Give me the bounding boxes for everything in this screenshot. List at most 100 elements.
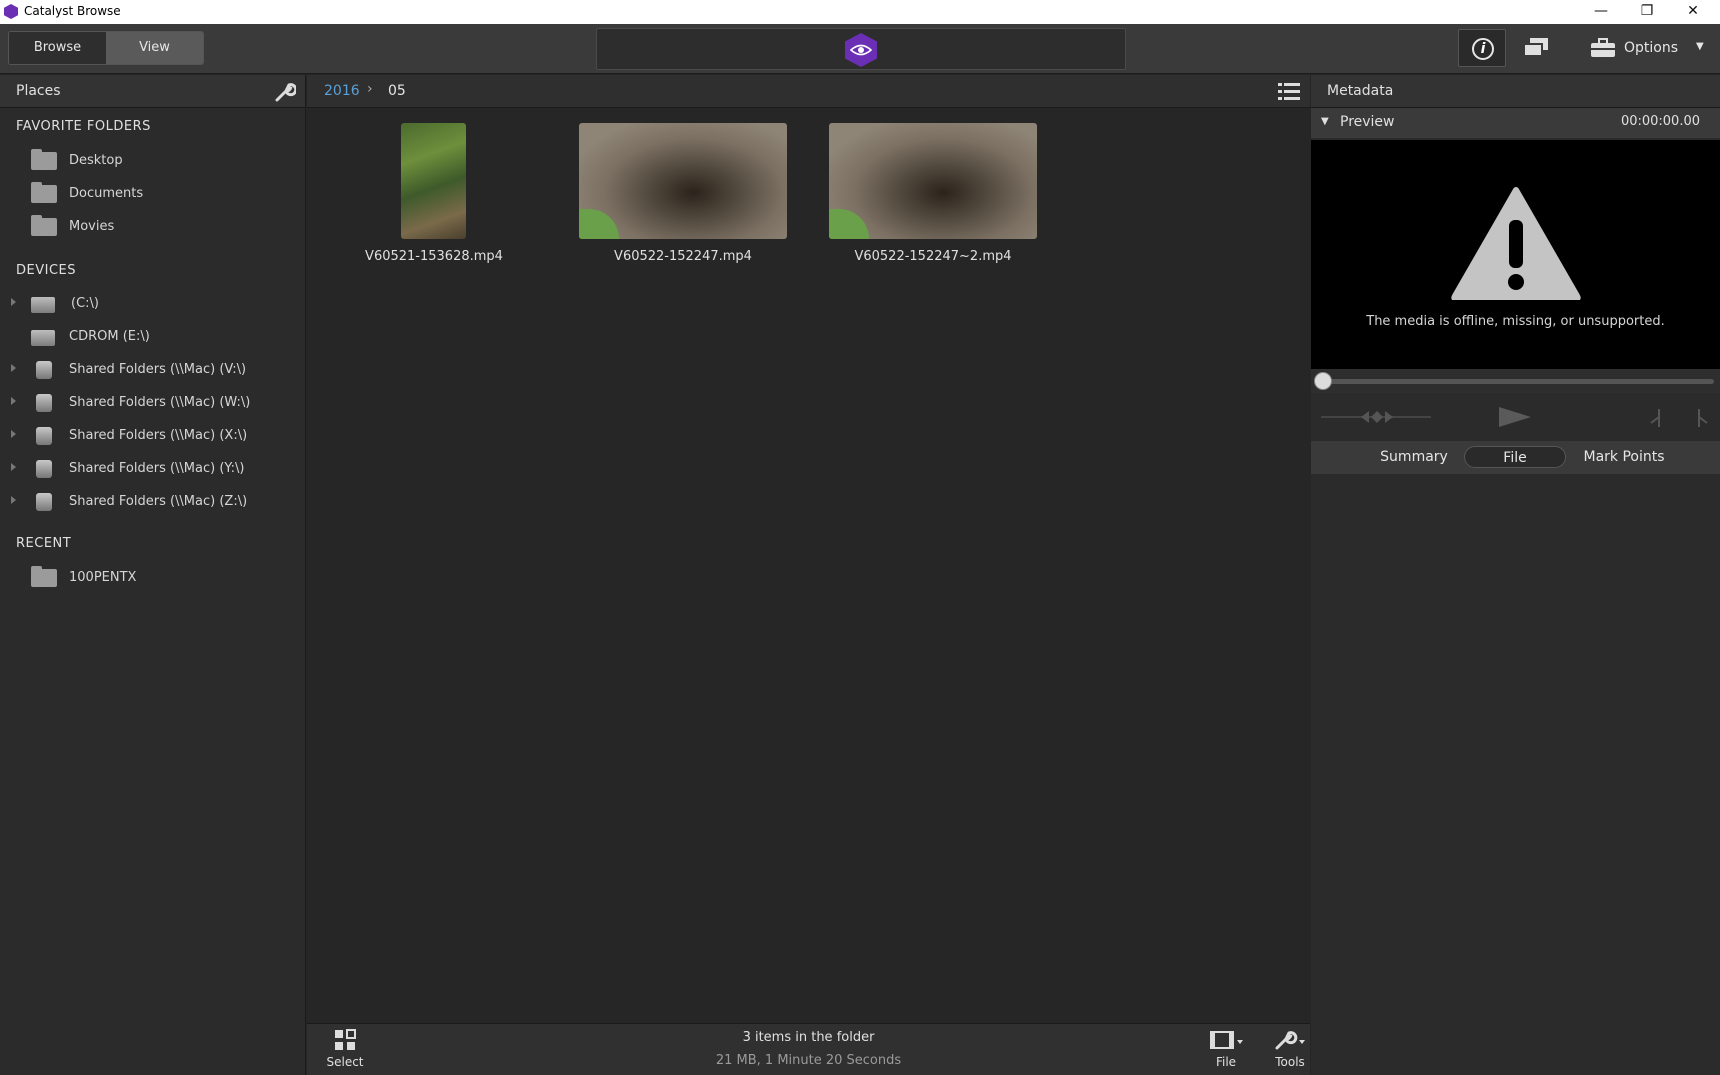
- jog-shuttle-icon[interactable]: [1321, 409, 1431, 425]
- windows-icon: [1523, 38, 1548, 57]
- windows-button[interactable]: [1519, 29, 1553, 67]
- tools-label: Tools: [1275, 1055, 1305, 1069]
- device-shared-w[interactable]: Shared Folders (\\Mac) (W:\): [0, 388, 305, 418]
- view-button[interactable]: View: [106, 32, 203, 64]
- favorite-label: Documents: [69, 186, 144, 201]
- status-summary: 21 MB, 1 Minute 20 Seconds: [715, 1053, 902, 1068]
- window-title: Catalyst Browse: [24, 4, 121, 18]
- places-panel: Places FAVORITE FOLDERS Desktop Document…: [0, 75, 306, 1075]
- tab-summary[interactable]: Summary: [1361, 446, 1467, 468]
- device-shared-x[interactable]: Shared Folders (\\Mac) (X:\): [0, 421, 305, 451]
- file-thumbnail[interactable]: [401, 123, 466, 239]
- folder-icon: [31, 215, 57, 236]
- chevron-down-icon: ▼: [1696, 41, 1704, 52]
- minimize-button[interactable]: —: [1578, 0, 1624, 24]
- tab-mark-points[interactable]: Mark Points: [1571, 446, 1677, 468]
- device-c[interactable]: (C:\): [0, 289, 305, 319]
- network-drive-icon: [36, 460, 52, 478]
- restore-button[interactable]: ❐: [1624, 0, 1670, 24]
- file-name: V60522-152247~2.mp4: [854, 249, 1012, 264]
- folder-icon: [31, 182, 57, 203]
- device-shared-v[interactable]: Shared Folders (\\Mac) (V:\): [0, 355, 305, 385]
- browse-button[interactable]: Browse: [9, 32, 106, 64]
- device-cdrom[interactable]: CDROM (E:\): [0, 322, 305, 352]
- network-drive-icon: [36, 427, 52, 445]
- metadata-panel: Metadata ▼ Preview 00:00:00.00 The media…: [1311, 75, 1720, 1075]
- offline-message: The media is offline, missing, or unsupp…: [1366, 314, 1665, 329]
- preview-label: Preview: [1340, 114, 1395, 130]
- favorites-header: FAVORITE FOLDERS: [16, 119, 151, 134]
- collapse-triangle-icon[interactable]: ▼: [1321, 116, 1329, 127]
- main-toolbar: Browse View i Options ▼: [0, 24, 1720, 74]
- folder-icon: [31, 149, 57, 170]
- favorite-documents[interactable]: Documents: [0, 179, 305, 209]
- mode-switch: Browse View: [8, 31, 204, 65]
- breadcrumb-current: 05: [388, 83, 406, 99]
- device-label: Shared Folders (\\Mac) (W:\): [69, 395, 251, 410]
- device-label: Shared Folders (\\Mac) (V:\): [69, 362, 247, 377]
- metadata-header: Metadata: [1311, 75, 1720, 108]
- expand-arrow-icon[interactable]: [11, 496, 16, 504]
- wrench-icon[interactable]: [274, 81, 296, 103]
- favorite-label: Movies: [69, 219, 115, 234]
- file-name: V60521-153628.mp4: [365, 249, 503, 264]
- transport-controls: [1311, 393, 1720, 441]
- expand-arrow-icon[interactable]: [11, 364, 16, 372]
- preview-header[interactable]: ▼ Preview 00:00:00.00: [1311, 108, 1720, 138]
- file-menu-button[interactable]: File: [1196, 1028, 1256, 1069]
- breadcrumb-separator-icon: ›: [367, 81, 373, 97]
- file-thumbnail[interactable]: [829, 123, 1037, 239]
- favorite-desktop[interactable]: Desktop: [0, 146, 305, 176]
- timeline-scrubber[interactable]: [1311, 369, 1720, 393]
- mark-out-icon[interactable]: [1695, 407, 1709, 429]
- expand-arrow-icon[interactable]: [11, 430, 16, 438]
- recent-header: RECENT: [16, 536, 72, 551]
- folder-icon: [31, 566, 57, 587]
- info-button[interactable]: i: [1458, 29, 1506, 67]
- favorite-label: Desktop: [69, 153, 123, 168]
- app-logo-icon: [4, 4, 18, 19]
- metadata-tabs: Summary File Mark Points: [1311, 441, 1720, 474]
- status-count: 3 items in the folder: [742, 1030, 875, 1045]
- places-header: Places: [0, 75, 305, 108]
- viewer-header: [596, 28, 1126, 70]
- catalyst-eye-icon: [845, 33, 877, 67]
- play-icon[interactable]: [1497, 405, 1533, 429]
- devices-header: DEVICES: [16, 263, 76, 278]
- device-label: (C:\): [71, 296, 99, 311]
- recent-label: 100PENTX: [69, 570, 137, 585]
- preview-viewer: The media is offline, missing, or unsupp…: [1311, 140, 1720, 369]
- cdrom-icon: [31, 330, 55, 346]
- list-view-icon[interactable]: [1278, 82, 1300, 102]
- recent-100pentx[interactable]: 100PENTX: [0, 563, 305, 593]
- expand-arrow-icon[interactable]: [11, 397, 16, 405]
- network-drive-icon: [36, 394, 52, 412]
- window-titlebar: Catalyst Browse — ❐ ✕: [0, 0, 1720, 24]
- file-label: File: [1215, 1055, 1237, 1069]
- device-shared-y[interactable]: Shared Folders (\\Mac) (Y:\): [0, 454, 305, 484]
- mark-in-icon[interactable]: [1649, 407, 1663, 429]
- close-button[interactable]: ✕: [1670, 0, 1716, 24]
- device-shared-z[interactable]: Shared Folders (\\Mac) (Z:\): [0, 487, 305, 517]
- timecode: 00:00:00.00: [1620, 114, 1700, 129]
- status-bar: Select 3 items in the folder 21 MB, 1 Mi…: [307, 1023, 1310, 1075]
- options-menu[interactable]: Options ▼: [1588, 29, 1708, 67]
- expand-arrow-icon[interactable]: [11, 463, 16, 471]
- metadata-title: Metadata: [1327, 83, 1394, 99]
- wrench-icon: [1275, 1031, 1305, 1050]
- scrub-track[interactable]: [1321, 379, 1714, 384]
- breadcrumb-parent[interactable]: 2016: [324, 83, 360, 99]
- favorite-movies[interactable]: Movies: [0, 212, 305, 242]
- network-drive-icon: [36, 361, 52, 379]
- drive-icon: [31, 297, 55, 313]
- file-thumbnail[interactable]: [579, 123, 787, 239]
- tab-file[interactable]: File: [1464, 446, 1566, 468]
- warning-icon: [1451, 187, 1581, 300]
- device-label: Shared Folders (\\Mac) (Z:\): [69, 494, 248, 509]
- tools-menu-button[interactable]: Tools: [1271, 1028, 1309, 1069]
- network-drive-icon: [36, 493, 52, 511]
- file-name: V60522-152247.mp4: [614, 249, 752, 264]
- playhead-handle[interactable]: [1314, 372, 1332, 390]
- expand-arrow-icon[interactable]: [11, 298, 16, 306]
- breadcrumb: 2016 › 05: [307, 75, 1310, 108]
